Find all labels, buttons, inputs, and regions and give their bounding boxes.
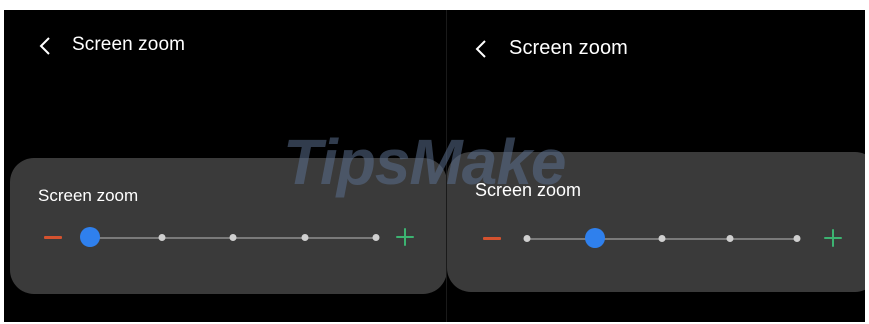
zoom-slider[interactable] (10, 223, 447, 253)
top-app-bar: Screen zoom (4, 10, 447, 80)
slider-thumb[interactable] (80, 227, 100, 247)
slider-tick[interactable] (658, 235, 666, 242)
slider-tick[interactable] (158, 234, 165, 241)
plus-icon[interactable] (396, 228, 414, 246)
left-screen: Screen zoom Screen zoom (4, 10, 447, 322)
chevron-left-icon[interactable] (474, 39, 488, 59)
plus-icon[interactable] (824, 229, 842, 247)
zoom-card-label: Screen zoom (38, 186, 139, 205)
zoom-card: Screen zoom (10, 158, 447, 294)
zoom-card-label: Screen zoom (475, 180, 582, 200)
slider-tick[interactable] (793, 235, 801, 242)
right-screen: Screen zoom Screen zoom (447, 10, 865, 322)
page-title: Screen zoom (72, 34, 186, 55)
minus-icon[interactable] (44, 236, 62, 239)
slider-tick[interactable] (229, 234, 237, 241)
slider-tick[interactable] (523, 235, 531, 242)
zoom-slider[interactable] (447, 224, 865, 254)
zoom-card: Screen zoom (447, 152, 865, 292)
minus-icon[interactable] (483, 237, 501, 240)
slider-tick[interactable] (301, 234, 308, 241)
slider-tick[interactable] (372, 234, 380, 241)
chevron-left-icon[interactable] (38, 36, 52, 56)
top-app-bar: Screen zoom (447, 10, 865, 80)
slider-thumb[interactable] (584, 228, 605, 248)
page-title: Screen zoom (509, 37, 628, 59)
slider-tick[interactable] (726, 235, 733, 242)
